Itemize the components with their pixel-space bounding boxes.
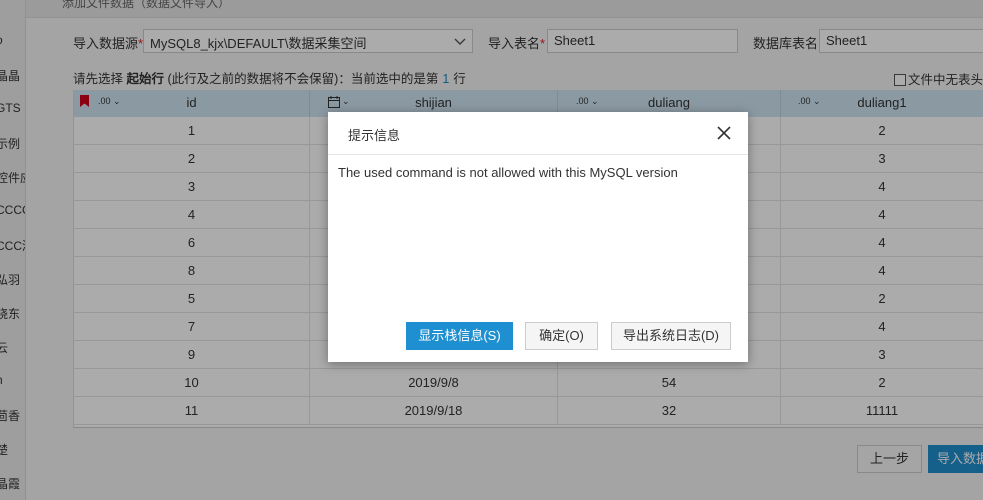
export-log-button[interactable]: 导出系统日志(D) — [611, 322, 731, 350]
message-dialog: 提示信息 The used command is not allowed wit… — [328, 112, 748, 362]
show-stack-button[interactable]: 显示栈信息(S) — [406, 322, 513, 350]
ok-button[interactable]: 确定(O) — [525, 322, 598, 350]
close-icon[interactable] — [716, 125, 732, 141]
dialog-header: 提示信息 — [328, 112, 748, 155]
dialog-message: The used command is not allowed with thi… — [338, 165, 678, 180]
dialog-title: 提示信息 — [348, 128, 401, 143]
